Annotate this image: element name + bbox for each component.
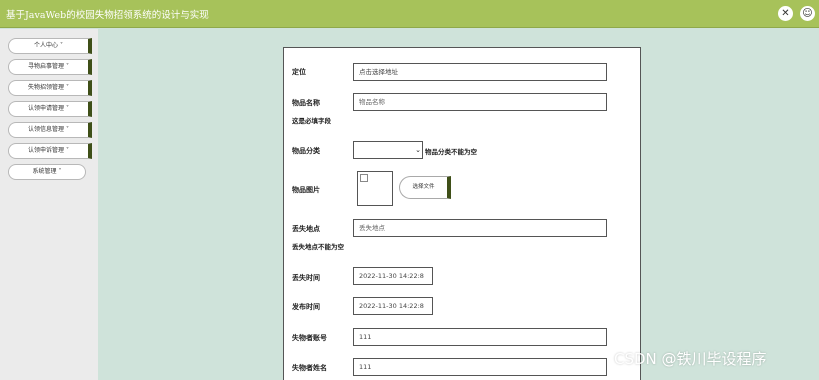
tools-icon[interactable]: ✕	[778, 6, 793, 21]
choose-file-button[interactable]: 选择文件	[399, 176, 451, 199]
watermark: CSDN @铁川毕设程序	[614, 350, 767, 368]
item-name-input[interactable]: 物品名称	[353, 93, 607, 111]
lost-place-input[interactable]: 丢失地点	[353, 219, 607, 237]
location-input[interactable]: 点击选择地址	[353, 63, 607, 81]
user-icon[interactable]: ☺	[800, 6, 815, 21]
category-select[interactable]: ⌄	[353, 141, 423, 159]
owner-name-input[interactable]: 111	[353, 358, 607, 376]
item-form: 定位 点击选择地址 物品名称 物品名称 这是必填字段 物品分类 ⌄ 物品分类不能…	[283, 47, 641, 380]
location-label: 定位	[292, 68, 306, 76]
owner-account-input[interactable]: 111	[353, 328, 607, 346]
item-name-hint: 这是必填字段	[292, 117, 331, 125]
category-label: 物品分类	[292, 147, 320, 155]
image-label: 物品图片	[292, 186, 320, 194]
category-hint: 物品分类不能为空	[425, 148, 477, 156]
sidebar: 个人中心 ˅ 寻物启事管理 ˅ 失物招领管理 ˅ 认领申请管理 ˅ 认领信息管理…	[0, 29, 98, 380]
publish-time-input[interactable]: 2022-11-30 14:22:8	[353, 297, 433, 315]
sidebar-item-personal-center[interactable]: 个人中心 ˅	[8, 38, 92, 54]
sidebar-item-lost-notice[interactable]: 寻物启事管理 ˅	[8, 59, 92, 75]
lost-time-label: 丢失时间	[292, 274, 320, 282]
app-title: 基于JavaWeb的校园失物招领系统的设计与实现	[6, 10, 209, 21]
sidebar-item-claim-request[interactable]: 认领申请管理 ˅	[8, 101, 92, 117]
broken-image-icon	[360, 174, 368, 182]
top-bar: 基于JavaWeb的校园失物招领系统的设计与实现 ✕ ☺	[0, 0, 819, 28]
lost-place-label: 丢失地点	[292, 225, 320, 233]
sidebar-item-found-items[interactable]: 失物招领管理 ˅	[8, 80, 92, 96]
lost-place-hint: 丢失地点不能为空	[292, 243, 344, 251]
sidebar-item-system[interactable]: 系统管理 ˅	[8, 164, 86, 180]
sidebar-item-claim-appeal[interactable]: 认领申诉管理 ˅	[8, 143, 92, 159]
publish-time-label: 发布时间	[292, 303, 320, 311]
sidebar-item-claim-info[interactable]: 认领信息管理 ˅	[8, 122, 92, 138]
lost-time-input[interactable]: 2022-11-30 14:22:8	[353, 267, 433, 285]
image-preview	[357, 171, 393, 206]
owner-name-label: 失物者姓名	[292, 364, 327, 372]
owner-account-label: 失物者账号	[292, 334, 327, 342]
chevron-down-icon: ⌄	[415, 146, 421, 154]
item-name-label: 物品名称	[292, 99, 320, 107]
